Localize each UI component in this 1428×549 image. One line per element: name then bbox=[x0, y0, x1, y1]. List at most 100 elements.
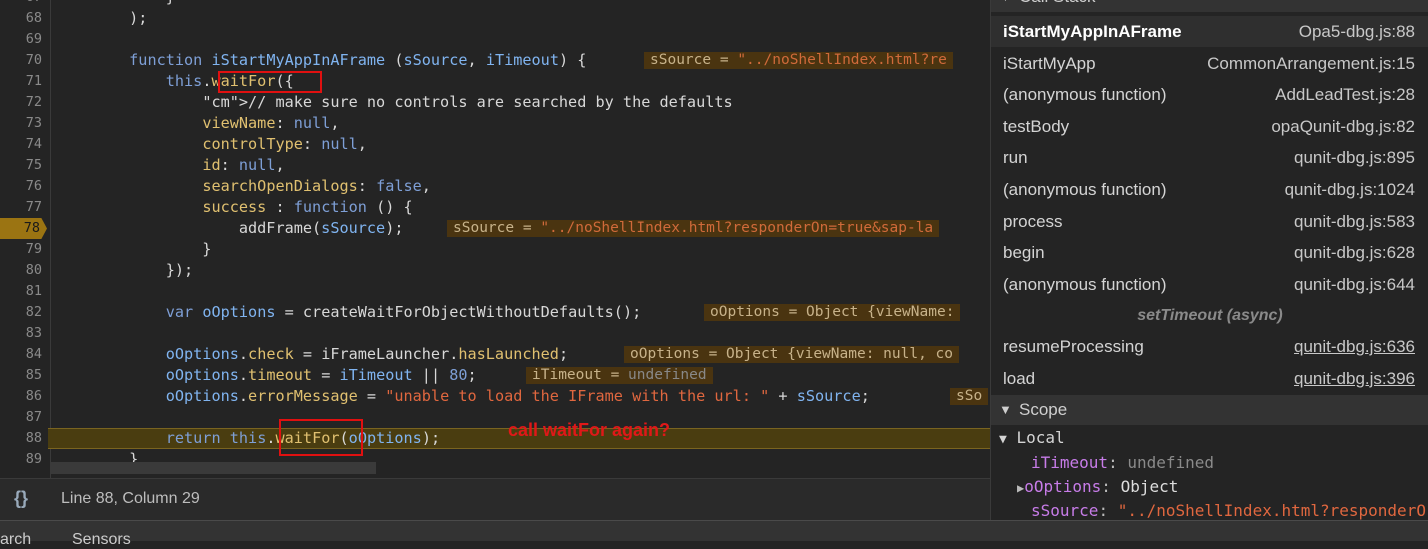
code-line[interactable]: 87 bbox=[0, 407, 990, 428]
code-text: searchOpenDialogs: false, bbox=[202, 177, 431, 195]
scope-variable[interactable]: sSource: "../noShellIndex.html?responder… bbox=[1031, 501, 1426, 520]
code-line[interactable]: 82 var oOptions = createWaitForObjectWit… bbox=[0, 302, 990, 323]
code-editor[interactable]: 67 }68 );6970 function iStartMyAppInAFra… bbox=[0, 0, 990, 478]
code-line[interactable]: 83 bbox=[0, 323, 990, 344]
line-number: 78 bbox=[23, 220, 40, 236]
code-line[interactable]: 84 oOptions.check = iFrameLauncher.hasLa… bbox=[0, 344, 990, 365]
call-frame[interactable]: process qunit-dbg.js:583 bbox=[991, 206, 1428, 237]
call-frame[interactable]: (anonymous function) qunit-dbg.js:1024 bbox=[991, 174, 1428, 205]
code-line[interactable]: 74 controlType: null, bbox=[0, 134, 990, 155]
inline-value: oOptions = Object {viewName: null, co bbox=[624, 346, 960, 363]
code-text: return this.waitFor(oOptions); bbox=[165, 429, 441, 447]
code-line[interactable]: 77 success : function () { bbox=[0, 197, 990, 218]
inline-value: oOptions = Object {viewName: bbox=[704, 304, 961, 321]
call-frame[interactable]: resumeProcessing qunit-dbg.js:636 bbox=[991, 331, 1428, 362]
code-line[interactable]: 78 addFrame(sSource); sSource = "../noShe… bbox=[0, 218, 990, 239]
call-frame[interactable]: testBody opaQunit-dbg.js:82 bbox=[991, 111, 1428, 142]
code-text: addFrame(sSource); bbox=[56, 219, 404, 237]
call-frame-location[interactable]: qunit-dbg.js:636 bbox=[1294, 331, 1415, 362]
scope-header[interactable]: ▼ Scope bbox=[991, 395, 1428, 425]
code-line[interactable]: 79 } bbox=[0, 239, 990, 260]
call-frame-location: AddLeadTest.js:28 bbox=[1275, 85, 1415, 105]
line-number[interactable]: 76 bbox=[0, 176, 42, 197]
scope-variable-value: "../noShellIndex.html?responderO bbox=[1117, 501, 1426, 520]
call-frame-location: qunit-dbg.js:1024 bbox=[1284, 180, 1415, 199]
line-number[interactable]: 72 bbox=[0, 92, 42, 113]
code-text: function iStartMyAppInAFrame (sSource, i… bbox=[129, 51, 587, 69]
code-text: oOptions.timeout = iTimeout || 80; bbox=[165, 366, 477, 384]
tab-search[interactable]: arch bbox=[0, 531, 31, 549]
line-number[interactable]: 75 bbox=[0, 155, 42, 176]
code-line[interactable]: 85 oOptions.timeout = iTimeout || 80; iTi… bbox=[0, 365, 990, 386]
code-text: oOptions.check = iFrameLauncher.hasLaunc… bbox=[165, 345, 569, 363]
code-text: success : function () { bbox=[202, 198, 413, 216]
line-number[interactable]: 86 bbox=[0, 386, 42, 407]
line-number[interactable]: 81 bbox=[0, 281, 42, 302]
call-frame-function: iStartMyAppInAFrame bbox=[1003, 22, 1182, 41]
scope-variable-name: iTimeout bbox=[1031, 453, 1109, 472]
pretty-print-icon[interactable]: {} bbox=[14, 488, 28, 509]
scope-variable[interactable]: ▶oOptions: Object bbox=[1017, 477, 1178, 496]
scope-variable[interactable]: iTimeout: undefined bbox=[1031, 453, 1214, 472]
line-number[interactable]: 69 bbox=[0, 29, 42, 50]
line-number[interactable]: 85 bbox=[0, 365, 42, 386]
line-number[interactable]: 84 bbox=[0, 344, 42, 365]
line-number[interactable]: 77 bbox=[0, 197, 42, 218]
code-text: }); bbox=[56, 261, 194, 279]
code-line[interactable]: 81 bbox=[0, 281, 990, 302]
line-number[interactable]: 73 bbox=[0, 113, 42, 134]
call-frame-location[interactable]: qunit-dbg.js:396 bbox=[1294, 363, 1415, 394]
call-frame-location: qunit-dbg.js:644 bbox=[1294, 274, 1415, 294]
code-text: var oOptions = createWaitForObjectWithou… bbox=[165, 303, 642, 321]
line-number[interactable]: 74 bbox=[0, 134, 42, 155]
code-line[interactable]: 86 oOptions.errorMessage = "unable to lo… bbox=[0, 386, 990, 407]
call-frame[interactable]: (anonymous function) AddLeadTest.js:28 bbox=[991, 79, 1428, 110]
call-frame-location: qunit-dbg.js:895 bbox=[1294, 148, 1415, 168]
call-frame[interactable]: iStartMyApp CommonArrangement.js:15 bbox=[991, 48, 1428, 79]
code-line[interactable]: 76 searchOpenDialogs: false, bbox=[0, 176, 990, 197]
code-text: viewName: null, bbox=[202, 114, 340, 132]
line-number[interactable]: 80 bbox=[0, 260, 42, 281]
code-line[interactable]: 67 } bbox=[0, 0, 990, 8]
call-frame[interactable]: begin qunit-dbg.js:628 bbox=[991, 237, 1428, 268]
call-frame-function: begin bbox=[1003, 243, 1045, 263]
call-frame-location: Opa5-dbg.js:88 bbox=[1298, 22, 1415, 41]
code-line[interactable]: 71 this.waitFor({ bbox=[0, 71, 990, 92]
code-line[interactable]: 80 }); bbox=[0, 260, 990, 281]
line-number[interactable]: 87 bbox=[0, 407, 42, 428]
annotation-note: call waitFor again? bbox=[508, 420, 671, 440]
code-line[interactable]: 75 id: null, bbox=[0, 155, 990, 176]
call-frame-function: (anonymous function) bbox=[1003, 274, 1167, 294]
call-frame[interactable]: (anonymous function) qunit-dbg.js:644 bbox=[991, 269, 1428, 300]
code-line[interactable]: 72 "cm">// make sure no controls are sea… bbox=[0, 92, 990, 113]
line-number[interactable]: 67 bbox=[0, 0, 42, 8]
call-frame[interactable]: load qunit-dbg.js:396 bbox=[991, 363, 1428, 394]
line-number[interactable]: 70 bbox=[0, 50, 42, 71]
code-text: } bbox=[56, 0, 175, 8]
line-number[interactable]: 71 bbox=[0, 71, 42, 92]
code-line[interactable]: 88 return this.waitFor(oOptions); bbox=[0, 428, 990, 449]
call-frame[interactable]: run qunit-dbg.js:895 bbox=[991, 142, 1428, 173]
code-line[interactable]: 68 ); bbox=[0, 8, 990, 29]
call-frame[interactable]: iStartMyAppInAFrame Opa5-dbg.js:88 bbox=[991, 16, 1428, 47]
line-number[interactable]: 88 bbox=[0, 428, 42, 449]
line-number[interactable]: 83 bbox=[0, 323, 42, 344]
status-bar: {} Line 88, Column 29 bbox=[0, 478, 990, 521]
call-stack-header[interactable]: ▼ Call Stack bbox=[991, 0, 1428, 12]
call-frame-function: (anonymous function) bbox=[1003, 180, 1167, 199]
scope-local[interactable]: ▼ Local bbox=[999, 428, 1065, 447]
tab-sensors[interactable]: Sensors bbox=[72, 531, 131, 549]
code-text: ); bbox=[56, 9, 148, 27]
code-line[interactable]: 73 viewName: null, bbox=[0, 113, 990, 134]
line-number[interactable]: 68 bbox=[0, 8, 42, 29]
horizontal-scrollbar[interactable] bbox=[50, 462, 376, 474]
code-line[interactable]: 70 function iStartMyAppInAFrame (sSource… bbox=[0, 50, 990, 71]
line-number[interactable]: 82 bbox=[0, 302, 42, 323]
breakpoint-marker[interactable]: 78 bbox=[0, 218, 47, 239]
cursor-position: Line 88, Column 29 bbox=[61, 490, 200, 507]
inline-value: iTimeout = undefined bbox=[526, 367, 713, 384]
line-number[interactable]: 79 bbox=[0, 239, 42, 260]
call-frame-location: qunit-dbg.js:583 bbox=[1294, 211, 1415, 231]
code-line[interactable]: 69 bbox=[0, 29, 990, 50]
line-number[interactable]: 89 bbox=[0, 449, 42, 470]
